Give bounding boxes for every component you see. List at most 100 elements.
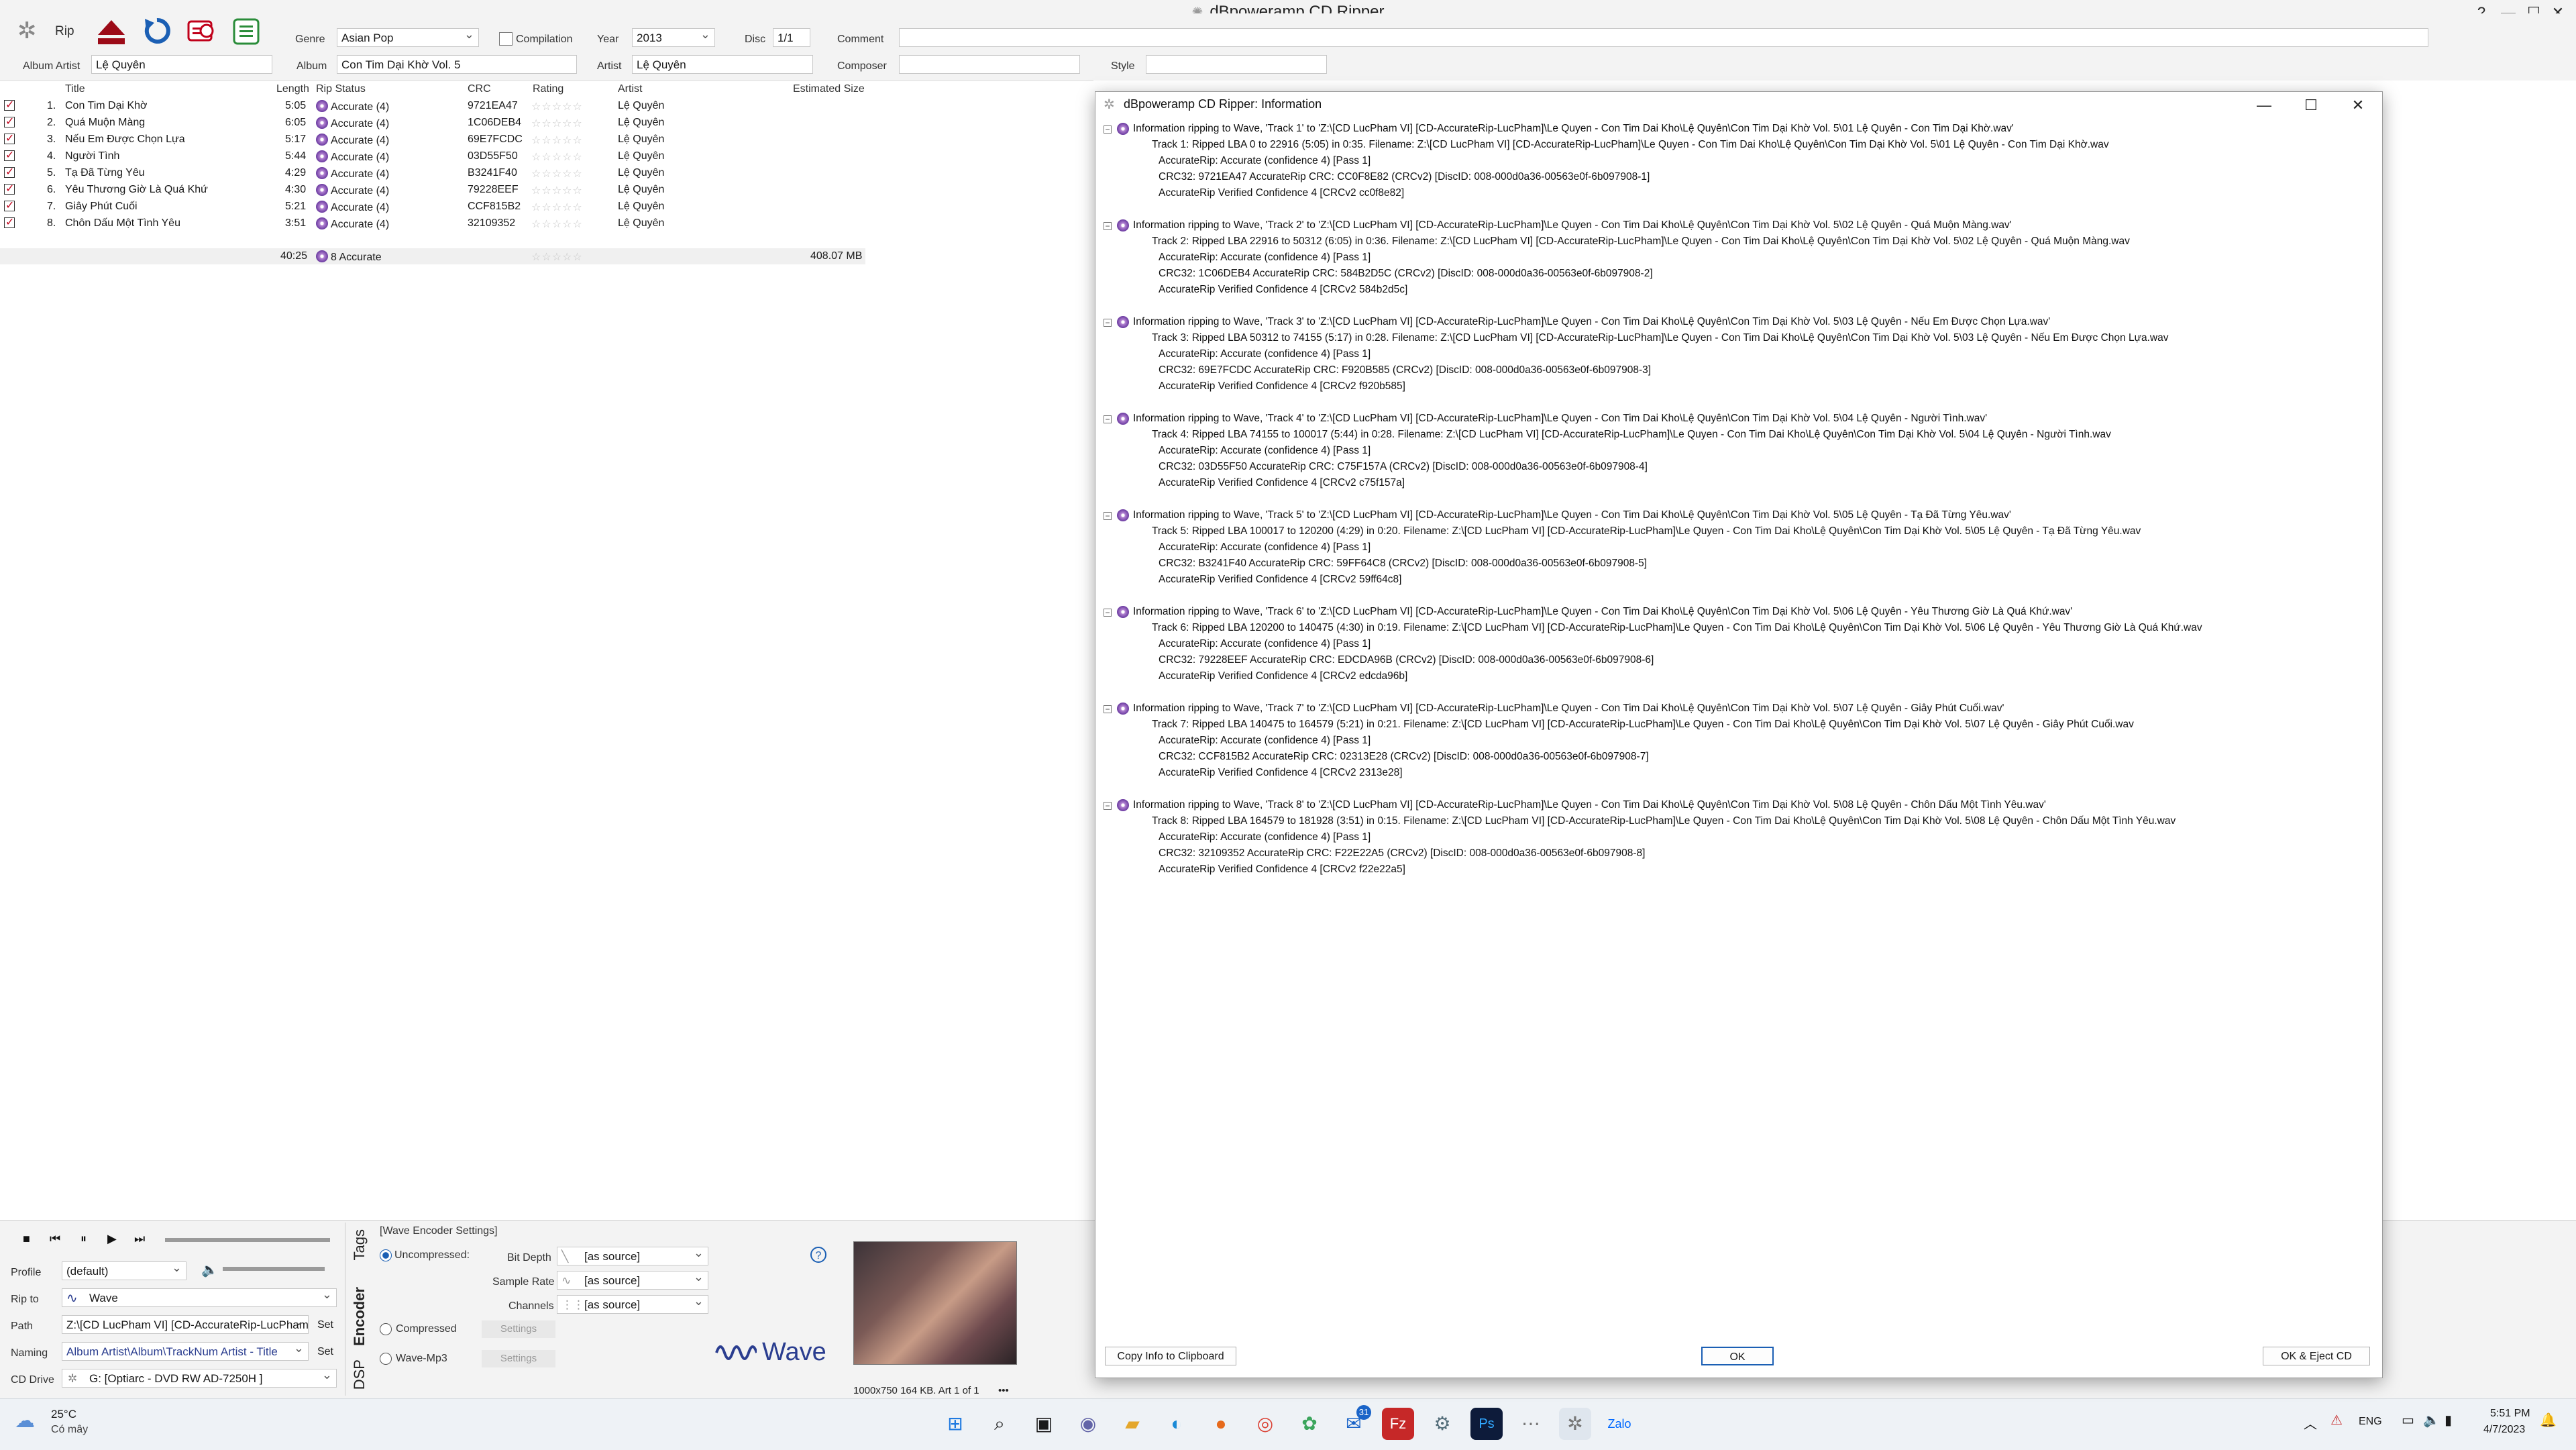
track-checkbox[interactable] [4,165,15,178]
stop-icon[interactable]: ■ [23,1232,30,1246]
edge-icon[interactable]: ◐ [1161,1408,1193,1440]
cd-drive-select[interactable]: ✲ G: [Optiarc - DVD RW AD-7250H ] [62,1369,337,1388]
sample-rate-select[interactable]: ∿ [as source] [557,1271,708,1290]
column-header-crc[interactable]: CRC [468,83,491,95]
profile-select[interactable]: (default) [62,1261,186,1280]
track-checkbox[interactable] [4,132,15,145]
genre-select[interactable]: Asian Pop [337,28,479,47]
track-row[interactable]: 4. Người Tình 5:44 Accurate (4) 03D55F50… [0,148,872,165]
channels-select[interactable]: ⋮⋮ [as source] [557,1295,708,1314]
firefox-icon[interactable]: ● [1205,1408,1237,1440]
tool-icon[interactable]: ⚙ [1426,1408,1458,1440]
naming-set-button[interactable]: Set [313,1343,338,1361]
column-header-rating[interactable]: Rating [533,83,564,95]
dbpoweramp-taskbar-icon[interactable]: ✲ [1559,1408,1591,1440]
clock-time[interactable]: 5:51 PM [2490,1408,2530,1420]
track-row[interactable]: 2. Quá Muộn Màng 6:05 Accurate (4) 1C06D… [0,115,872,132]
volume-slider[interactable] [223,1267,325,1271]
battery-icon[interactable]: ▮ [2445,1412,2452,1429]
track-row[interactable]: 1. Con Tim Dại Khờ 5:05 Accurate (4) 972… [0,98,872,115]
rating-stars[interactable]: ☆☆☆☆☆ [531,184,583,197]
column-header-estimated-size[interactable]: Estimated Size [793,83,865,95]
track-checkbox[interactable] [4,98,15,111]
tab-tags[interactable]: Tags [351,1229,368,1260]
rating-stars[interactable]: ☆☆☆☆☆ [531,150,583,164]
collapse-icon[interactable]: − [1104,512,1112,520]
album-artist-field[interactable]: Lệ Quyên [91,55,272,74]
style-field[interactable] [1146,55,1327,74]
rating-stars[interactable]: ☆☆☆☆☆ [531,167,583,180]
language-indicator[interactable]: ENG [2359,1416,2382,1428]
tab-encoder[interactable]: Encoder [351,1287,368,1346]
dialog-minimize-button[interactable]: — [2244,93,2284,117]
network-icon[interactable]: ▭ [2402,1412,2414,1429]
chrome-icon[interactable]: ◎ [1249,1408,1281,1440]
start-icon[interactable]: ⊞ [939,1408,971,1440]
refresh-icon[interactable] [142,16,172,46]
rating-stars[interactable]: ☆☆☆☆☆ [531,201,583,214]
wave-mp3-radio[interactable] [380,1353,392,1365]
tab-dsp[interactable]: DSP [351,1359,368,1390]
play-icon[interactable]: ▶ [107,1232,117,1246]
column-header-title[interactable]: Title [65,83,85,95]
track-row[interactable]: 3. Nếu Em Được Chọn Lựa 5:17 Accurate (4… [0,132,872,148]
track-row[interactable]: 8. Chôn Dấu Một Tình Yêu 3:51 Accurate (… [0,215,872,232]
compressed-radio[interactable] [380,1323,392,1335]
previous-icon[interactable]: ⏮ [50,1232,60,1246]
year-select[interactable]: 2013 [632,28,715,47]
next-icon[interactable]: ⏭ [134,1232,145,1246]
eject-icon[interactable] [97,19,126,46]
bit-depth-select[interactable]: ╲ [as source] [557,1247,708,1265]
track-checkbox[interactable] [4,215,15,229]
track-checkbox[interactable] [4,115,15,128]
compilation-checkbox[interactable] [499,32,513,46]
track-row[interactable]: 7. Giây Phút Cuối 5:21 Accurate (4) CCF8… [0,199,872,215]
composer-field[interactable] [899,55,1080,74]
speaker-icon[interactable]: 🔈 [2423,1412,2440,1429]
ok-button[interactable]: OK [1701,1347,1774,1365]
more-icon[interactable]: ••• [998,1385,1009,1396]
antivirus-icon[interactable]: ⚠ [2330,1412,2343,1429]
notification-icon[interactable]: 🔔 [2540,1412,2557,1429]
track-checkbox[interactable] [4,148,15,162]
rip-to-select[interactable]: ∿ Wave [62,1288,337,1307]
disc-field[interactable]: 1/1 [773,28,810,47]
search-icon[interactable]: ⌕ [983,1408,1016,1440]
list-icon[interactable] [232,17,260,46]
file-explorer-icon[interactable]: ▰ [1116,1408,1148,1440]
wave-mp3-settings-button[interactable]: Settings [482,1350,555,1367]
encoder-help-icon[interactable]: ? [810,1247,826,1263]
photoshop-icon[interactable]: Ps [1470,1408,1503,1440]
collapse-icon[interactable]: − [1104,609,1112,617]
artist-field[interactable]: Lệ Quyên [632,55,813,74]
track-checkbox[interactable] [4,182,15,195]
rating-stars[interactable]: ☆☆☆☆☆ [531,217,583,231]
overflow-app-icon[interactable]: ⋯ [1515,1408,1547,1440]
dialog-close-button[interactable]: ✕ [2338,93,2378,117]
naming-field[interactable]: Album Artist\Album\TrackNum Artist - Tit… [62,1342,309,1361]
dialog-maximize-button[interactable]: ☐ [2291,93,2331,117]
weather-temp[interactable]: 25°C [51,1408,76,1421]
chat-icon[interactable]: ◉ [1072,1408,1104,1440]
uncompressed-radio[interactable] [380,1249,392,1261]
column-header-length[interactable]: Length [276,83,309,95]
zalo-icon[interactable]: Zalo [1603,1408,1635,1440]
collapse-icon[interactable]: − [1104,319,1112,327]
column-header-rip-status[interactable]: Rip Status [316,83,366,95]
ok-eject-button[interactable]: OK & Eject CD [2263,1347,2370,1365]
task-view-icon[interactable]: ▣ [1028,1408,1060,1440]
album-art[interactable] [853,1241,1017,1365]
collapse-icon[interactable]: − [1104,802,1112,810]
track-row[interactable]: 5. Tạ Đã Từng Yêu 4:29 Accurate (4) B324… [0,165,872,182]
collapse-icon[interactable]: − [1104,125,1112,134]
collapse-icon[interactable]: − [1104,222,1112,230]
track-checkbox[interactable] [4,199,15,212]
path-field[interactable]: Z:\[CD LucPham VI] [CD-AccurateRip-LucPh… [62,1315,309,1334]
rip-button[interactable]: ✲ Rip [17,17,91,44]
pause-icon[interactable]: ⏸ [80,1232,87,1246]
compressed-settings-button[interactable]: Settings [482,1320,555,1338]
track-row[interactable]: 6. Yêu Thương Giờ Là Quá Khứ 4:30 Accura… [0,182,872,199]
rating-stars[interactable]: ☆☆☆☆☆ [531,134,583,147]
volume-icon[interactable]: 🔈 [201,1261,218,1278]
seek-bar[interactable] [165,1238,330,1242]
